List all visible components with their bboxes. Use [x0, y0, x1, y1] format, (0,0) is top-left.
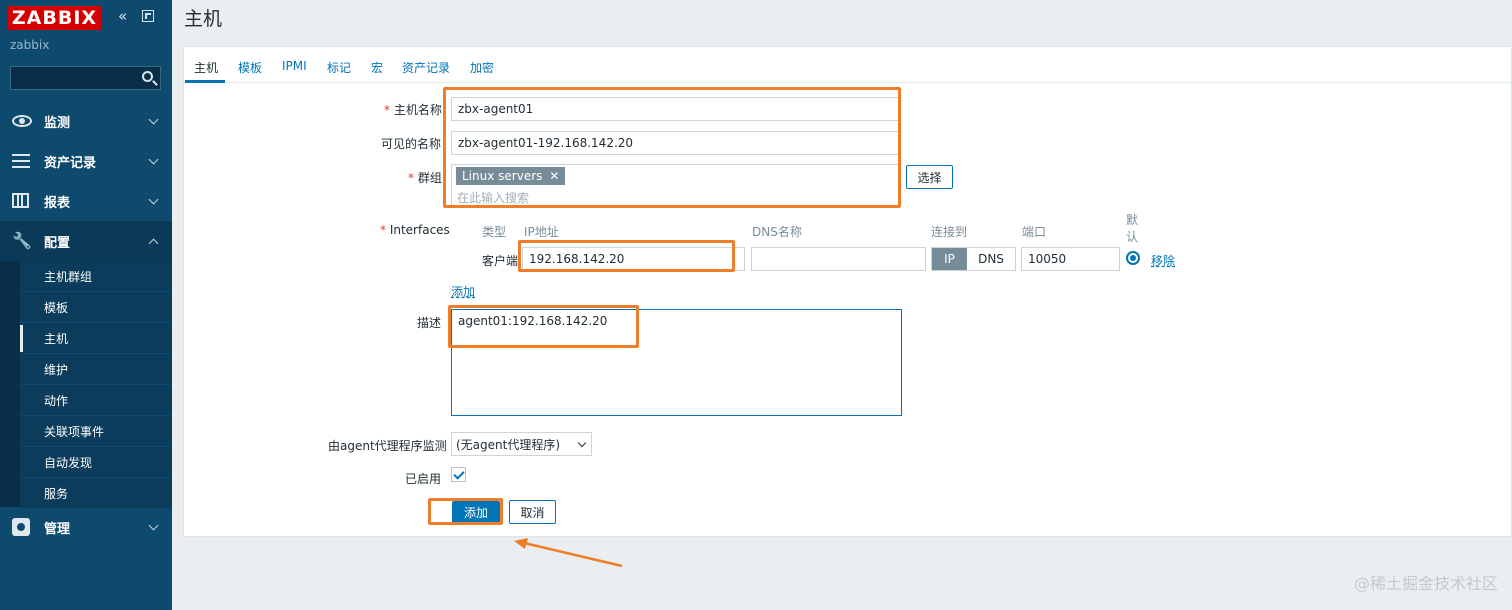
eye-icon — [12, 115, 32, 131]
sidebar-item-host-groups[interactable]: 主机群组 — [20, 261, 172, 292]
col-dns: DNS名称 — [752, 225, 802, 239]
tab-inventory[interactable]: 资产记录 — [402, 59, 450, 76]
search-icon[interactable] — [142, 71, 153, 82]
chevron-up-icon — [148, 238, 159, 249]
enabled-label: 已启用 — [405, 472, 442, 486]
tab-macros[interactable]: 宏 — [371, 59, 383, 76]
nav-administration[interactable]: 管理 — [0, 507, 172, 547]
proxy-select[interactable]: (无agent代理程序) — [451, 432, 592, 456]
chevron-down-icon — [148, 154, 159, 165]
proxy-select-value: (无agent代理程序) — [456, 437, 561, 452]
col-connect: 连接到 — [931, 225, 968, 239]
server-name: zabbix — [10, 38, 50, 52]
remove-interface-link[interactable]: 移除 — [1151, 252, 1175, 269]
col-default: 默认 — [1126, 213, 1139, 244]
sidebar-item-templates[interactable]: 模板 — [20, 292, 172, 323]
col-ip: IP地址 — [524, 225, 559, 239]
chevron-down-icon — [148, 194, 159, 205]
description-label: 描述 — [417, 316, 442, 330]
highlight-box-description — [448, 305, 639, 348]
sidebar-item-discovery[interactable]: 自动发现 — [20, 447, 172, 478]
host-name-label: * 主机名称 — [384, 103, 442, 117]
nav-monitoring[interactable]: 监测 — [0, 101, 172, 141]
tab-templates[interactable]: 模板 — [238, 59, 262, 76]
sidebar: ZABBIX « zabbix 监测 资产记录 报表 🔧 配置 主机群组 模板 … — [0, 0, 172, 610]
wrench-icon: 🔧 — [12, 231, 32, 250]
kiosk-mode-icon[interactable] — [142, 10, 154, 22]
gear-icon — [12, 518, 32, 536]
nav-reports-label: 报表 — [44, 195, 71, 211]
sidebar-search-input[interactable] — [10, 66, 161, 90]
port-input[interactable]: 10050 — [1021, 247, 1120, 271]
active-tab-indicator — [185, 80, 225, 83]
sidebar-item-actions[interactable]: 动作 — [20, 385, 172, 416]
highlight-box-host-fields — [443, 87, 901, 208]
groups-label: * 群组 — [408, 171, 442, 185]
nav-inventory[interactable]: 资产记录 — [0, 141, 172, 181]
connect-to-toggle: IP DNS — [931, 247, 1016, 271]
sidebar-item-event-correlation[interactable]: 关联项事件 — [20, 416, 172, 447]
chevron-down-icon — [577, 438, 587, 448]
zabbix-logo[interactable]: ZABBIX — [8, 6, 101, 30]
sidebar-item-maintenance[interactable]: 维护 — [20, 354, 172, 385]
watermark: @稀土掘金技术社区 — [1353, 574, 1498, 593]
tab-tags[interactable]: 标记 — [327, 59, 351, 76]
bar-chart-icon — [12, 193, 32, 209]
col-type: 类型 — [482, 225, 507, 239]
col-port: 端口 — [1022, 225, 1047, 239]
highlight-box-add-button — [428, 498, 503, 525]
add-interface-link[interactable]: 添加 — [451, 283, 475, 300]
submenu-strip — [0, 261, 20, 507]
nav-monitoring-label: 监测 — [44, 115, 71, 131]
enabled-checkbox[interactable] — [451, 467, 466, 482]
select-groups-button[interactable]: 选择 — [906, 165, 953, 189]
visible-name-label: 可见的名称 — [381, 137, 442, 151]
sidebar-item-services[interactable]: 服务 — [20, 478, 172, 509]
nav-configuration[interactable]: 🔧 配置 — [0, 221, 172, 261]
highlight-box-ip — [518, 240, 735, 272]
connect-ip-button[interactable]: IP — [932, 248, 967, 270]
sidebar-item-hosts[interactable]: 主机 — [20, 323, 172, 354]
collapse-sidebar-icon[interactable]: « — [118, 9, 132, 24]
tab-bar: 主机 模板 IPMI 标记 宏 资产记录 加密 — [184, 47, 1511, 83]
tab-encryption[interactable]: 加密 — [470, 59, 494, 76]
dns-name-input[interactable] — [751, 247, 926, 271]
nav-reports[interactable]: 报表 — [0, 181, 172, 221]
annotation-arrow-icon — [514, 538, 623, 568]
tab-host[interactable]: 主机 — [194, 59, 218, 76]
connect-dns-button[interactable]: DNS — [967, 248, 1015, 270]
interface-type: 客户端 — [482, 254, 519, 268]
chevron-down-icon — [148, 114, 159, 125]
page-title: 主机 — [184, 8, 223, 30]
interfaces-label: * Interfaces — [380, 223, 450, 237]
configuration-submenu: 主机群组 模板 主机 维护 动作 关联项事件 自动发现 服务 — [20, 261, 172, 509]
default-interface-radio[interactable] — [1126, 251, 1140, 265]
proxy-label: 由agent代理程序监测 — [328, 439, 447, 453]
nav-inventory-label: 资产记录 — [44, 155, 97, 171]
nav-configuration-label: 配置 — [44, 235, 71, 251]
tab-ipmi[interactable]: IPMI — [282, 59, 307, 73]
list-icon — [12, 154, 32, 170]
chevron-down-icon — [148, 520, 159, 531]
nav-administration-label: 管理 — [44, 521, 71, 537]
cancel-button[interactable]: 取消 — [509, 500, 556, 524]
